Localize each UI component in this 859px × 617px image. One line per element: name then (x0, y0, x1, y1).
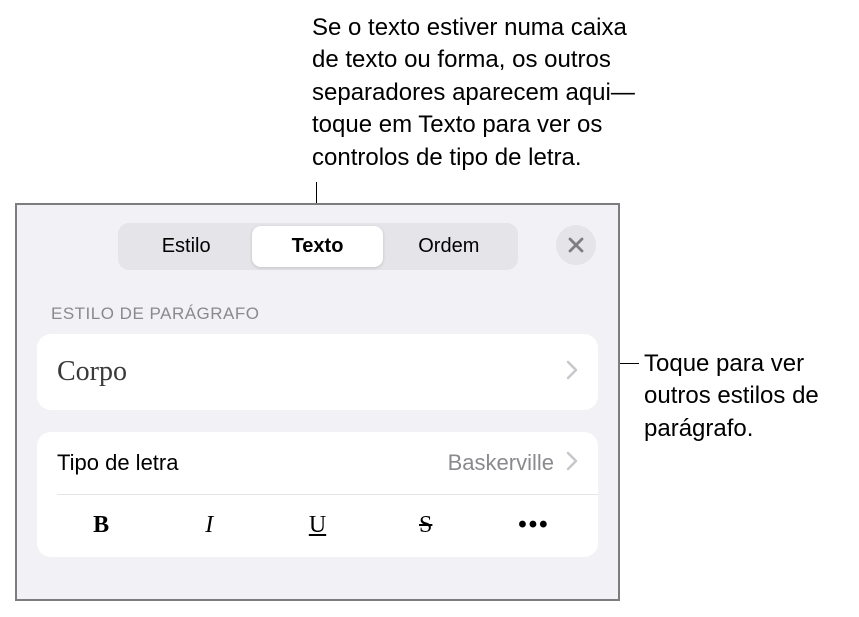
chevron-right-icon (566, 360, 578, 385)
font-value: Baskerville (448, 450, 554, 476)
format-row: B I U S ••• (37, 495, 598, 557)
tab-order[interactable]: Ordem (383, 226, 514, 267)
font-card: Tipo de letra Baskerville B I U S ••• (37, 432, 598, 557)
italic-button[interactable]: I (155, 512, 263, 539)
paragraph-style-name: Corpo (57, 356, 127, 388)
strikethrough-button[interactable]: S (372, 512, 480, 539)
annotation-tabs: Se o texto estiver numa caixa de texto o… (312, 12, 652, 174)
paragraph-style-card: Corpo (37, 334, 598, 410)
underline-button[interactable]: U (263, 512, 371, 539)
format-panel: Estilo Texto Ordem ESTILO DE PARÁGRAFO C… (15, 203, 620, 601)
segmented-tabs: Estilo Texto Ordem (118, 223, 518, 270)
font-row[interactable]: Tipo de letra Baskerville (37, 432, 598, 494)
font-label: Tipo de letra (57, 450, 178, 476)
paragraph-style-row[interactable]: Corpo (37, 334, 598, 410)
close-button[interactable] (556, 225, 596, 265)
close-icon (568, 237, 584, 253)
annotation-paragraph-style: Toque para ver outros estilos de parágra… (644, 348, 854, 445)
panel-header: Estilo Texto Ordem (17, 205, 618, 280)
tab-text[interactable]: Texto (252, 226, 383, 267)
bold-button[interactable]: B (47, 512, 155, 539)
more-format-button[interactable]: ••• (480, 511, 588, 539)
tab-style[interactable]: Estilo (121, 226, 252, 267)
section-label-paragraph-style: ESTILO DE PARÁGRAFO (17, 280, 618, 334)
chevron-right-icon (566, 451, 578, 476)
